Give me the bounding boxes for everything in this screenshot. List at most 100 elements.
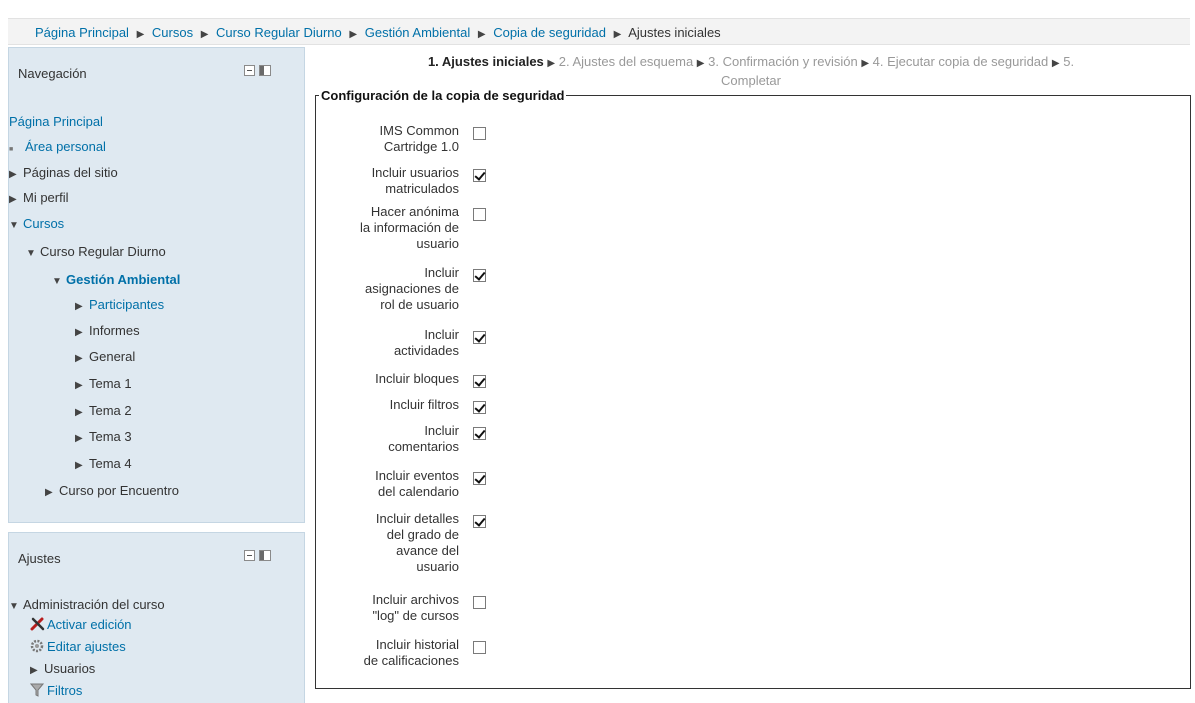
backup-option-label-line: IMS Common [379,123,459,138]
backup-steps: 1. Ajustes iniciales ▶ 2. Ajustes del es… [316,53,1186,89]
nav-item-label: Informes [89,323,140,338]
breadcrumb-separator: ▶ [136,29,145,40]
backup-option-label-line: Cartridge 1.0 [383,139,459,154]
step-2: 2. Ajustes del esquema [558,54,694,69]
collapse-block-icon[interactable] [244,550,255,561]
breadcrumb-separator: ▶ [349,29,358,40]
nav-item-general[interactable]: ▶ General [75,349,135,364]
breadcrumb-separator: ▶ [613,29,622,40]
expand-arrow-icon: ▶ [45,487,53,498]
backup-option-checkbox[interactable] [473,515,486,528]
nav-item-tema-4[interactable]: ▶ Tema 4 [75,456,132,471]
expand-arrow-icon: ▶ [75,433,83,444]
backup-option-checkbox[interactable] [473,401,486,414]
step-current: 1. Ajustes iniciales [427,54,544,69]
nav-item-area-personal[interactable]: ■ Área personal [9,139,106,154]
backup-option-label: IMS Common Cartridge 1.0 [316,123,459,155]
nav-item-label: Tema 1 [89,376,132,391]
nav-item-paginas-sitio[interactable]: ▶ Páginas del sitio [9,165,118,180]
backup-option-checkbox[interactable] [473,375,486,388]
backup-option-checkbox[interactable] [473,641,486,654]
nav-item-curso-regular-diurno[interactable]: ▼ Curso Regular Diurno [26,244,166,259]
expand-arrow-icon: ▶ [9,169,17,180]
nav-item-label: Cursos [23,216,65,231]
settings-item-editar-ajustes[interactable]: Editar ajustes [30,639,126,654]
step-separator: ▶ [547,58,556,69]
nav-item-home[interactable]: Página Principal [9,114,103,129]
backup-settings-fieldset: Configuración de la copia de seguridad I… [315,88,1191,689]
collapse-block-icon[interactable] [244,65,255,76]
nav-item-tema-1[interactable]: ▶ Tema 1 [75,376,132,391]
nav-item-label: Gestión Ambiental [66,272,181,287]
nav-item-cursos[interactable]: ▼ Cursos [9,216,64,231]
backup-option-label-line: la información de [360,220,459,235]
backup-option-label-line: Incluir [424,265,459,280]
nav-item-label: Tema 3 [89,429,132,444]
expand-arrow-icon: ▶ [75,353,83,364]
settings-item-filtros[interactable]: Filtros [29,683,83,698]
backup-option-label-line: Incluir eventos [375,468,459,483]
navigation-block: Navegación Página Principal ■ Área person… [8,47,305,523]
backup-option-label-line: Incluir bloques [375,371,459,386]
nav-item-mi-perfil[interactable]: ▶ Mi perfil [9,190,69,205]
nav-item-participantes[interactable]: ▶ Participantes [75,297,164,312]
breadcrumb-item-cursos[interactable]: Cursos [152,25,193,40]
backup-option-checkbox[interactable] [473,269,486,282]
backup-settings-legend: Configuración de la copia de seguridad [319,88,567,103]
collapse-arrow-icon: ▼ [26,248,36,259]
edit-tools-icon [30,617,46,631]
step-separator: ▶ [696,58,705,69]
backup-option-label-line: usuario [416,236,459,251]
backup-option-label-line: comentarios [388,439,459,454]
breadcrumb-item-copia-seguridad[interactable]: Copia de seguridad [493,25,606,40]
dock-block-icon[interactable] [259,65,271,76]
backup-option-label-line: de calificaciones [363,653,459,668]
backup-option-label: Hacer anónima la información de usuario [316,204,459,252]
expand-arrow-icon: ▶ [75,407,83,418]
nav-item-curso-por-encuentro[interactable]: ▶ Curso por Encuentro [45,483,179,498]
expand-arrow-icon: ▶ [75,380,83,391]
backup-option-label: Incluir eventos del calendario [316,468,459,500]
nav-item-gestion-ambiental[interactable]: ▼ Gestión Ambiental [52,272,180,287]
nav-item-label: Curso Regular Diurno [40,244,166,259]
backup-option-label-line: asignaciones de [365,281,459,296]
backup-option-label-line: usuario [416,559,459,574]
backup-option-label: Incluir filtros [316,397,459,413]
backup-option-label: Incluir usuarios matriculados [316,165,459,197]
expand-arrow-icon: ▶ [75,327,83,338]
breadcrumb-item-home[interactable]: Página Principal [35,25,129,40]
breadcrumb-item-curso-regular[interactable]: Curso Regular Diurno [216,25,342,40]
nav-item-tema-3[interactable]: ▶ Tema 3 [75,429,132,444]
settings-item-activar-edicion[interactable]: Activar edición [30,617,132,632]
backup-option-label: Incluir comentarios [316,423,459,455]
backup-option-label-line: avance del [396,543,459,558]
backup-option-label-line: Incluir filtros [389,397,459,412]
block-controls [244,550,273,562]
step-separator: ▶ [861,58,870,69]
settings-item-label: Filtros [47,683,83,698]
filter-icon [29,683,46,697]
backup-option-checkbox[interactable] [473,169,486,182]
collapse-arrow-icon: ▼ [52,276,62,287]
backup-option-label: Incluir asignaciones de rol de usuario [316,265,459,313]
nav-item-informes[interactable]: ▶ Informes [75,323,140,338]
backup-option-checkbox[interactable] [473,208,486,221]
settings-item-administracion-curso[interactable]: ▼ Administración del curso [9,597,165,612]
backup-option-label-line: Incluir historial [375,637,459,652]
breadcrumb-separator: ▶ [200,29,209,40]
settings-item-usuarios[interactable]: ▶ Usuarios [30,661,95,676]
nav-item-tema-2[interactable]: ▶ Tema 2 [75,403,132,418]
breadcrumb-item-gestion-ambiental[interactable]: Gestión Ambiental [365,25,471,40]
dock-block-icon[interactable] [259,550,271,561]
breadcrumb: Página Principal ▶ Cursos ▶ Curso Regula… [8,18,1190,45]
step-3: 3. Confirmación y revisión [708,54,858,69]
backup-option-checkbox[interactable] [473,596,486,609]
backup-option-checkbox[interactable] [473,427,486,440]
backup-option-checkbox[interactable] [473,472,486,485]
backup-option-label: Incluir actividades [316,327,459,359]
backup-option-checkbox[interactable] [473,127,486,140]
nav-item-label: Página Principal [9,114,103,129]
backup-option-label-line: matriculados [385,181,459,196]
backup-option-label-line: Incluir usuarios [371,165,459,180]
backup-option-checkbox[interactable] [473,331,486,344]
